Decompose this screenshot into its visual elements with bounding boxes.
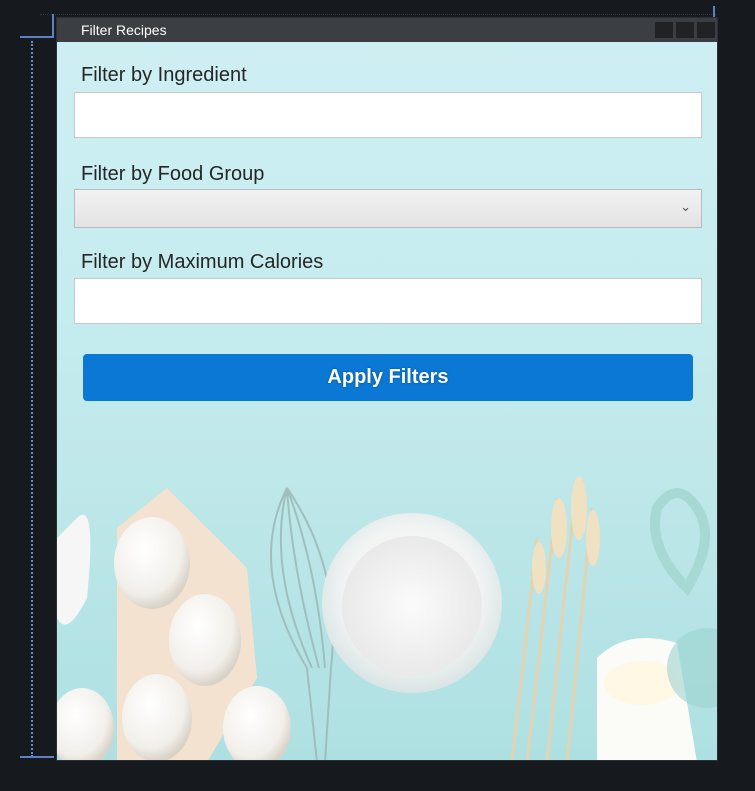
design-guide-top (20, 36, 54, 38)
filter-recipes-window: Filter Recipes Filter by Ingredient Filt… (56, 17, 718, 761)
design-guide-corner (52, 14, 54, 38)
chevron-down-icon: ⌄ (680, 199, 691, 214)
canvas-top-guide (40, 14, 716, 15)
egg-edge (57, 514, 91, 625)
design-guide-vertical (31, 41, 33, 757)
baking-background-image (57, 476, 717, 760)
close-button[interactable] (697, 22, 715, 38)
max-calories-input[interactable] (74, 278, 702, 324)
heart-cookie-cutter (650, 488, 710, 597)
food-group-label: Filter by Food Group (81, 163, 265, 185)
maximize-button[interactable] (676, 22, 694, 38)
food-group-select[interactable]: ⌄ (74, 189, 702, 228)
design-guide-bottom (20, 756, 54, 758)
flour (342, 536, 482, 676)
apply-filters-button[interactable]: Apply Filters (83, 354, 693, 401)
ingredient-input[interactable] (74, 92, 702, 138)
max-calories-label: Filter by Maximum Calories (81, 251, 324, 273)
window-controls (655, 22, 715, 38)
window-title: Filter Recipes (81, 22, 167, 38)
egg (114, 517, 190, 609)
egg (57, 688, 114, 760)
minimize-button[interactable] (655, 22, 673, 38)
egg (122, 674, 192, 760)
title-bar[interactable]: Filter Recipes (57, 18, 717, 42)
ingredient-label: Filter by Ingredient (81, 64, 247, 86)
egg (169, 594, 241, 686)
